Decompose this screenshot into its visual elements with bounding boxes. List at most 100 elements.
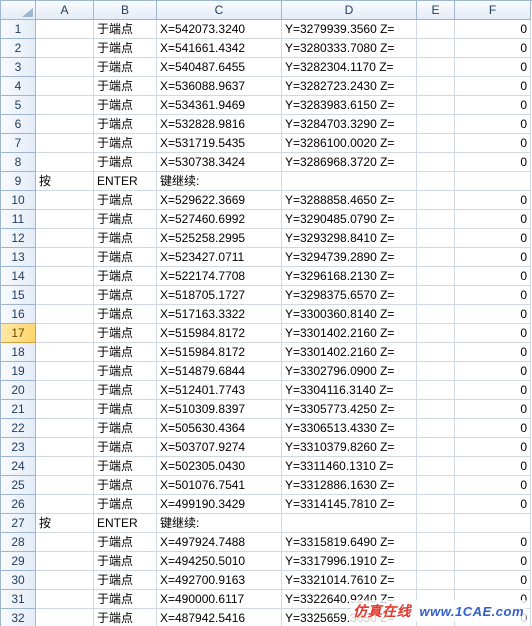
cell-d[interactable]: Y=3280333.7080 Z=: [282, 39, 417, 58]
cell-c[interactable]: 键继续:: [157, 514, 282, 533]
cell-e[interactable]: [417, 58, 455, 77]
cell-c[interactable]: X=536088.9637: [157, 77, 282, 96]
cell-f[interactable]: 0: [455, 96, 531, 115]
cell-d[interactable]: Y=3282723.2430 Z=: [282, 77, 417, 96]
spreadsheet-grid[interactable]: ABCDEF1于端点X=542073.3240Y=3279939.3560 Z=…: [0, 0, 532, 626]
cell-c[interactable]: 键继续:: [157, 172, 282, 191]
cell-a[interactable]: [36, 134, 94, 153]
cell-d[interactable]: Y=3315819.6490 Z=: [282, 533, 417, 552]
cell-d[interactable]: Y=3279939.3560 Z=: [282, 20, 417, 39]
cell-c[interactable]: X=514879.6844: [157, 362, 282, 381]
cell-e[interactable]: [417, 476, 455, 495]
row-header[interactable]: 6: [1, 115, 36, 134]
cell-d[interactable]: Y=3298375.6570 Z=: [282, 286, 417, 305]
cell-c[interactable]: X=532828.9816: [157, 115, 282, 134]
cell-e[interactable]: [417, 115, 455, 134]
cell-e[interactable]: [417, 362, 455, 381]
cell-b[interactable]: 于端点: [94, 20, 157, 39]
cell-e[interactable]: [417, 438, 455, 457]
cell-f[interactable]: 0: [455, 495, 531, 514]
cell-f[interactable]: 0: [455, 39, 531, 58]
row-header[interactable]: 8: [1, 153, 36, 172]
column-header-D[interactable]: D: [282, 1, 417, 20]
cell-a[interactable]: [36, 58, 94, 77]
cell-e[interactable]: [417, 172, 455, 191]
cell-b[interactable]: ENTER: [94, 172, 157, 191]
cell-e[interactable]: [417, 324, 455, 343]
cell-b[interactable]: 于端点: [94, 229, 157, 248]
cell-c[interactable]: X=502305.0430: [157, 457, 282, 476]
cell-f[interactable]: 0: [455, 533, 531, 552]
cell-f[interactable]: 0: [455, 438, 531, 457]
cell-a[interactable]: [36, 77, 94, 96]
cell-b[interactable]: 于端点: [94, 115, 157, 134]
cell-e[interactable]: [417, 533, 455, 552]
cell-d[interactable]: Y=3317996.1910 Z=: [282, 552, 417, 571]
cell-b[interactable]: 于端点: [94, 381, 157, 400]
cell-c[interactable]: X=525258.2995: [157, 229, 282, 248]
cell-e[interactable]: [417, 514, 455, 533]
cell-c[interactable]: X=503707.9274: [157, 438, 282, 457]
cell-d[interactable]: Y=3283983.6150 Z=: [282, 96, 417, 115]
cell-b[interactable]: 于端点: [94, 552, 157, 571]
select-all-corner[interactable]: [1, 1, 36, 20]
column-header-E[interactable]: E: [417, 1, 455, 20]
cell-f[interactable]: 0: [455, 286, 531, 305]
cell-e[interactable]: [417, 495, 455, 514]
cell-a[interactable]: [36, 210, 94, 229]
cell-d[interactable]: Y=3321014.7610 Z=: [282, 571, 417, 590]
cell-b[interactable]: ENTER: [94, 514, 157, 533]
cell-c[interactable]: X=517163.3322: [157, 305, 282, 324]
cell-e[interactable]: [417, 191, 455, 210]
row-header[interactable]: 24: [1, 457, 36, 476]
cell-e[interactable]: [417, 96, 455, 115]
cell-f[interactable]: 0: [455, 267, 531, 286]
column-header-C[interactable]: C: [157, 1, 282, 20]
cell-d[interactable]: Y=3305773.4250 Z=: [282, 400, 417, 419]
cell-a[interactable]: [36, 552, 94, 571]
cell-a[interactable]: [36, 533, 94, 552]
cell-b[interactable]: 于端点: [94, 362, 157, 381]
cell-b[interactable]: 于端点: [94, 609, 157, 626]
cell-f[interactable]: 0: [455, 381, 531, 400]
cell-c[interactable]: X=523427.0711: [157, 248, 282, 267]
cell-a[interactable]: [36, 590, 94, 609]
cell-d[interactable]: Y=3302796.0900 Z=: [282, 362, 417, 381]
cell-f[interactable]: 0: [455, 305, 531, 324]
cell-f[interactable]: [455, 514, 531, 533]
cell-b[interactable]: 于端点: [94, 267, 157, 286]
cell-e[interactable]: [417, 210, 455, 229]
cell-f[interactable]: 0: [455, 115, 531, 134]
cell-b[interactable]: 于端点: [94, 400, 157, 419]
row-header[interactable]: 2: [1, 39, 36, 58]
cell-e[interactable]: [417, 419, 455, 438]
cell-a[interactable]: [36, 305, 94, 324]
cell-b[interactable]: 于端点: [94, 191, 157, 210]
cell-d[interactable]: Y=3284703.3290 Z=: [282, 115, 417, 134]
cell-e[interactable]: [417, 153, 455, 172]
row-header[interactable]: 19: [1, 362, 36, 381]
cell-a[interactable]: [36, 343, 94, 362]
cell-e[interactable]: [417, 552, 455, 571]
row-header[interactable]: 18: [1, 343, 36, 362]
cell-a[interactable]: [36, 286, 94, 305]
cell-f[interactable]: 0: [455, 324, 531, 343]
cell-f[interactable]: 0: [455, 343, 531, 362]
cell-d[interactable]: Y=3286968.3720 Z=: [282, 153, 417, 172]
cell-b[interactable]: 于端点: [94, 457, 157, 476]
cell-e[interactable]: [417, 229, 455, 248]
cell-e[interactable]: [417, 457, 455, 476]
column-header-A[interactable]: A: [36, 1, 94, 20]
cell-f[interactable]: 0: [455, 191, 531, 210]
row-header[interactable]: 30: [1, 571, 36, 590]
row-header[interactable]: 20: [1, 381, 36, 400]
cell-b[interactable]: 于端点: [94, 419, 157, 438]
cell-c[interactable]: X=501076.7541: [157, 476, 282, 495]
cell-b[interactable]: 于端点: [94, 153, 157, 172]
cell-c[interactable]: X=510309.8397: [157, 400, 282, 419]
row-header[interactable]: 4: [1, 77, 36, 96]
cell-a[interactable]: [36, 267, 94, 286]
cell-c[interactable]: X=534361.9469: [157, 96, 282, 115]
cell-e[interactable]: [417, 39, 455, 58]
cell-f[interactable]: 0: [455, 77, 531, 96]
